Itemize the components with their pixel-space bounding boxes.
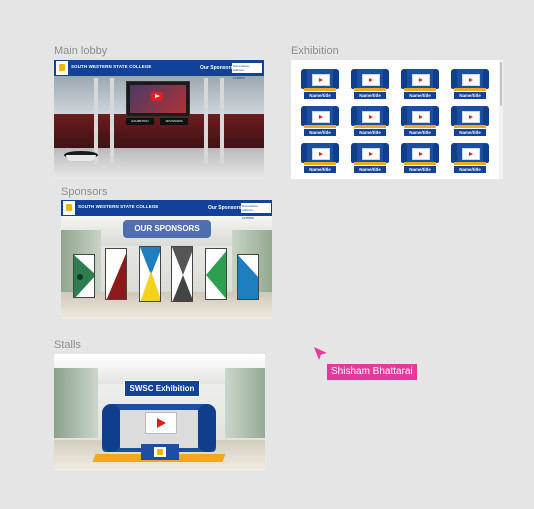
sponsors-header-bar: SOUTH WESTERN STATE COLLEGE Our Sponsors… — [61, 200, 272, 220]
booth-base — [404, 88, 436, 91]
sponsor-banner — [205, 248, 227, 300]
frame-exhibition[interactable]: Name/title Name/title Name/title Name/title… — [291, 60, 503, 179]
booth-name-label: Name/title — [454, 129, 486, 136]
booth-name-label: Name/title — [454, 166, 486, 173]
reception-desk-base — [66, 155, 96, 161]
college-logo-icon — [63, 201, 75, 215]
lobby-video-screen — [126, 81, 190, 117]
booth-base — [304, 162, 336, 165]
booth-name-label: Name/title — [304, 92, 336, 99]
collaborator-cursor-icon — [314, 347, 327, 360]
booth-base — [354, 88, 386, 91]
pillar — [94, 78, 98, 164]
booth-name-label: Name/title — [304, 166, 336, 173]
scrollbar-thumb[interactable] — [500, 62, 502, 106]
play-icon — [462, 74, 480, 86]
play-icon — [312, 111, 330, 123]
booth-name-label: Name/title — [354, 129, 386, 136]
play-icon — [412, 111, 430, 123]
booth-name-label: Name/title — [404, 92, 436, 99]
play-icon — [412, 74, 430, 86]
sponsors-title: OUR SPONSORS — [123, 220, 211, 238]
booth-counter — [141, 444, 179, 460]
contact-box: Somewhere, Address Contact No: 01-123555… — [232, 63, 262, 80]
play-icon — [362, 111, 380, 123]
pillar — [220, 78, 224, 164]
play-icon — [412, 148, 430, 160]
play-icon — [462, 111, 480, 123]
booth-base — [354, 125, 386, 128]
pillar — [204, 78, 208, 164]
sponsor-banner — [105, 248, 127, 300]
booth-name-label: Name/title — [304, 129, 336, 136]
exhibition-booth-card[interactable]: Name/title — [451, 140, 489, 174]
exhibition-scrollbar[interactable] — [499, 60, 503, 179]
sponsors-sign: SPONSORS — [160, 118, 188, 125]
frame-stalls[interactable]: SWSC Exhibition — [54, 354, 265, 471]
sponsor-banner — [139, 246, 161, 302]
exhibition-booth-card[interactable]: Name/title — [301, 66, 339, 100]
exhibition-booth-card[interactable]: Name/title — [401, 140, 439, 174]
college-name: SOUTH WESTERN STATE COLLEGE — [78, 204, 159, 209]
sponsor-banner — [73, 254, 95, 298]
booth-base — [454, 162, 486, 165]
collaborator-name-tag: Shisham Bhattarai — [327, 364, 417, 380]
play-icon — [362, 148, 380, 160]
booth-base — [404, 162, 436, 165]
frame-label-stalls[interactable]: Stalls — [54, 339, 81, 351]
exhibition-booth — [96, 400, 222, 460]
our-sponsors-link: Our Sponsors — [200, 65, 234, 71]
booth-name-label: Name/title — [354, 92, 386, 99]
stalls-window-right — [225, 368, 265, 438]
college-name: SOUTH WESTERN STATE COLLEGE — [71, 64, 152, 69]
stalls-window-left — [54, 368, 98, 438]
sponsor-banner — [237, 254, 259, 300]
contact-address: Somewhere, Address — [233, 64, 250, 72]
contact-address: Somewhere, Address — [242, 204, 259, 212]
booth-name-label: Name/title — [354, 166, 386, 173]
contact-box: Somewhere, Address Contact No: 01-123555… — [241, 203, 271, 220]
play-icon — [145, 412, 177, 434]
booth-base — [304, 125, 336, 128]
play-icon — [312, 74, 330, 86]
play-icon — [312, 148, 330, 160]
exhibition-booth-card[interactable]: Name/title — [301, 103, 339, 137]
play-icon — [462, 148, 480, 160]
stall-title: SWSC Exhibition — [124, 380, 200, 397]
play-icon — [151, 92, 163, 101]
exhibition-booth-card[interactable]: Name/title — [401, 103, 439, 137]
frame-main-lobby[interactable]: EXHIBITION SPONSORS SOUTH WESTERN STATE … — [54, 60, 264, 179]
exhibition-booth-card[interactable]: Name/title — [351, 66, 389, 100]
booth-base — [454, 125, 486, 128]
play-icon — [362, 74, 380, 86]
lobby-wall — [54, 114, 264, 148]
our-sponsors-link: Our Sponsors — [208, 205, 242, 211]
lobby-header-bar: SOUTH WESTERN STATE COLLEGE Our Sponsors… — [54, 60, 264, 80]
exhibition-booth-card[interactable]: Name/title — [451, 103, 489, 137]
booth-name-label: Name/title — [454, 92, 486, 99]
booth-base — [354, 162, 386, 165]
exhibition-booth-card[interactable]: Name/title — [301, 140, 339, 174]
booth-base — [404, 125, 436, 128]
pillar — [110, 78, 114, 164]
sponsor-banner — [171, 246, 193, 302]
frame-label-sponsors[interactable]: Sponsors — [61, 186, 107, 198]
exhibition-booth-card[interactable]: Name/title — [351, 103, 389, 137]
exhibition-booth-card[interactable]: Name/title — [451, 66, 489, 100]
exhibition-sign: EXHIBITION — [126, 118, 154, 125]
booth-base — [304, 88, 336, 91]
booth-name-label: Name/title — [404, 129, 436, 136]
booth-base — [454, 88, 486, 91]
exhibition-booth-card[interactable]: Name/title — [351, 140, 389, 174]
frame-label-exhibition[interactable]: Exhibition — [291, 45, 339, 57]
booth-name-label: Name/title — [404, 166, 436, 173]
college-logo-icon — [154, 447, 166, 457]
frame-label-main-lobby[interactable]: Main lobby — [54, 45, 107, 57]
frame-sponsors[interactable]: OUR SPONSORS SOUTH WESTERN STATE COLLEGE… — [61, 200, 272, 319]
college-logo-icon — [56, 61, 68, 75]
exhibition-booth-card[interactable]: Name/title — [401, 66, 439, 100]
